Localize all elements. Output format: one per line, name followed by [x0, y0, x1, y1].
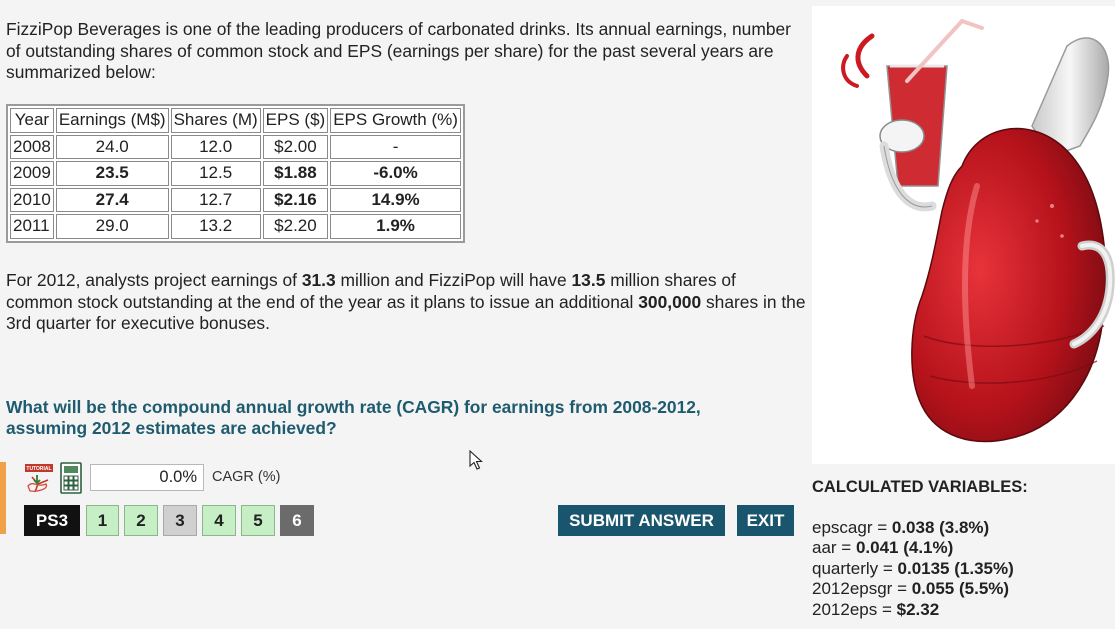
table-header-row: Year Earnings (M$) Shares (M) EPS ($) EP… [10, 108, 461, 133]
eps-cell: $1.88 [262, 161, 329, 186]
variable-name: epscagr [812, 517, 873, 537]
variable-name: 2012eps [812, 599, 878, 619]
additional-shares: 300,000 [638, 291, 702, 312]
problem-intro: FizziPop Beverages is one of the leading… [6, 19, 791, 82]
calculated-variables-title: CALCULATED VARIABLES: [812, 478, 1028, 496]
projected-shares: 13.5 [571, 270, 606, 290]
column-header: Earnings (M$) [55, 108, 169, 133]
growth-cell: 14.9% [330, 187, 461, 212]
growth-cell: 1.9% [330, 214, 461, 239]
active-indicator-bar [0, 462, 6, 534]
growth-cell: -6.0% [330, 161, 461, 186]
page-button-3[interactable]: 3 [163, 505, 197, 536]
eps-cell: $2.20 [262, 214, 329, 239]
page-button-5[interactable]: 5 [241, 505, 275, 536]
table-row: 2009 23.5 12.5 $1.88 -6.0% [10, 161, 461, 186]
page-button-4[interactable]: 4 [202, 505, 236, 536]
calculated-variable: 2012eps = $2.32 [812, 599, 940, 619]
shares-cell: 13.2 [170, 214, 261, 239]
year-cell: 2009 [10, 161, 54, 186]
table-row: 2011 29.0 13.2 $2.20 1.9% [10, 214, 461, 239]
eps-cell: $2.16 [262, 187, 329, 212]
column-header: EPS Growth (%) [330, 108, 461, 133]
variable-value: 0.041 (4.1%) [855, 538, 954, 557]
year-cell: 2010 [10, 187, 54, 212]
scenario-text: For 2012, analysts project earnings of [6, 270, 302, 290]
scenario-text: million and FizziPop will have [335, 270, 572, 290]
calculated-variables-panel: CALCULATED VARIABLES: epscagr = 0.038 (3… [812, 477, 1112, 620]
table-row: 2010 27.4 12.7 $2.16 14.9% [10, 187, 461, 212]
projected-earnings: 31.3 [301, 270, 336, 290]
earnings-cell: 27.4 [55, 187, 169, 212]
growth-cell: - [330, 134, 461, 159]
calculated-variable: epscagr = 0.038 (3.8%) [812, 517, 990, 537]
shares-cell: 12.7 [170, 187, 261, 212]
eps-cell: $2.00 [262, 134, 329, 159]
variable-name: quarterly [812, 558, 879, 578]
variable-name: 2012epsgr [812, 579, 893, 598]
shares-cell: 12.0 [170, 134, 261, 159]
page-button-1[interactable]: 1 [86, 505, 119, 536]
variable-name: aar [812, 538, 837, 557]
year-cell: 2011 [10, 214, 54, 239]
calculated-variable: quarterly = 0.0135 (1.35%) [812, 558, 1014, 578]
submit-answer-button[interactable]: SUBMIT ANSWER [558, 505, 725, 536]
cagr-answer-input[interactable] [90, 464, 204, 491]
earnings-cell: 29.0 [55, 214, 169, 239]
variable-value: 0.038 (3.8%) [891, 517, 990, 537]
shares-cell: 12.5 [170, 161, 261, 186]
tutorial-pdf-icon[interactable]: TUTORIAL [24, 464, 54, 494]
answer-unit-label: CAGR (%) [212, 469, 281, 485]
exit-button[interactable]: EXIT [737, 505, 794, 536]
page-button-2[interactable]: 2 [124, 505, 158, 536]
column-header: Year [10, 108, 54, 133]
column-header: EPS ($) [262, 108, 329, 133]
column-header: Shares (M) [170, 108, 261, 133]
variable-value: 0.0135 (1.35%) [897, 558, 1014, 578]
variable-value: 0.055 (5.5%) [911, 579, 1010, 598]
page-button-6[interactable]: 6 [280, 505, 314, 536]
calculator-icon[interactable] [60, 462, 82, 494]
earnings-cell: 24.0 [55, 134, 169, 159]
earnings-cell: 23.5 [55, 161, 169, 186]
mouse-cursor-icon [469, 450, 483, 470]
year-cell: 2008 [10, 134, 54, 159]
calculated-variable: aar = 0.041 (4.1%) [812, 538, 954, 557]
calculated-variable: 2012epsgr = 0.055 (5.5%) [812, 579, 1010, 598]
variable-value: $2.32 [896, 599, 940, 619]
problem-set-label: PS3 [24, 505, 80, 536]
earnings-table: Year Earnings (M$) Shares (M) EPS ($) EP… [6, 104, 465, 243]
question-text: What will be the compound annual growth … [6, 397, 701, 438]
soda-bottle-illustration [812, 6, 1115, 464]
problem-page: FizziPop Beverages is one of the leading… [0, 0, 1115, 629]
problem-scenario: For 2012, analysts project earnings of 3… [6, 270, 806, 335]
tutorial-badge-text: TUTORIAL [26, 466, 51, 472]
table-row: 2008 24.0 12.0 $2.00 - [10, 134, 461, 159]
